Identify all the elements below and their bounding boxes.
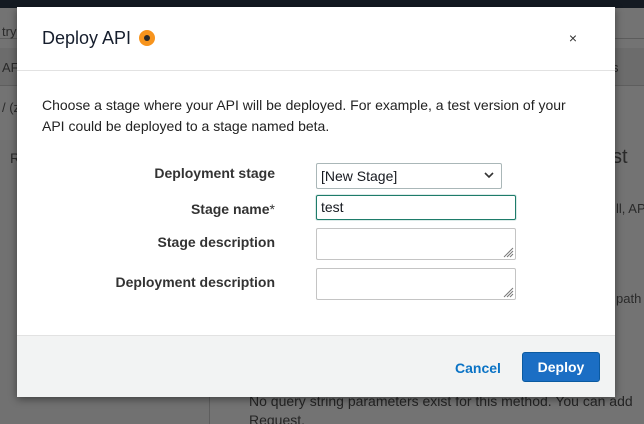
deployment-description-label: Deployment description xyxy=(115,274,275,290)
dialog-footer: Cancel Deploy xyxy=(17,335,615,397)
deploy-api-dialog: Deploy API × Choose a stage where your A… xyxy=(17,7,615,397)
stage-description-label: Stage description xyxy=(157,234,275,250)
deployment-description-textarea[interactable] xyxy=(316,268,516,300)
deploy-button[interactable]: Deploy xyxy=(522,352,600,382)
dialog-title: Deploy API xyxy=(42,28,132,48)
cancel-button[interactable]: Cancel xyxy=(455,360,501,376)
background-text: path xyxy=(616,291,642,306)
chevron-down-icon xyxy=(484,172,494,179)
resize-grip-icon[interactable] xyxy=(502,286,514,298)
stage-name-input[interactable]: test xyxy=(316,195,516,220)
stage-name-label-text: Stage name xyxy=(190,201,270,217)
deployment-stage-value: [New Stage] xyxy=(321,168,398,184)
background-text: ll, AP xyxy=(616,201,644,216)
stage-name-label: Stage name* xyxy=(17,201,275,217)
info-icon[interactable] xyxy=(139,30,155,46)
deployment-stage-label: Deployment stage xyxy=(154,165,275,181)
background-text: try xyxy=(2,24,17,39)
dialog-header: Deploy API × xyxy=(17,7,615,71)
close-icon[interactable]: × xyxy=(566,29,580,47)
stage-description-textarea[interactable] xyxy=(316,228,516,260)
dialog-description: Choose a stage where your API will be de… xyxy=(42,97,566,134)
deployment-stage-select[interactable]: [New Stage] xyxy=(316,163,502,189)
resize-grip-icon[interactable] xyxy=(502,246,514,258)
required-marker: * xyxy=(269,201,275,217)
